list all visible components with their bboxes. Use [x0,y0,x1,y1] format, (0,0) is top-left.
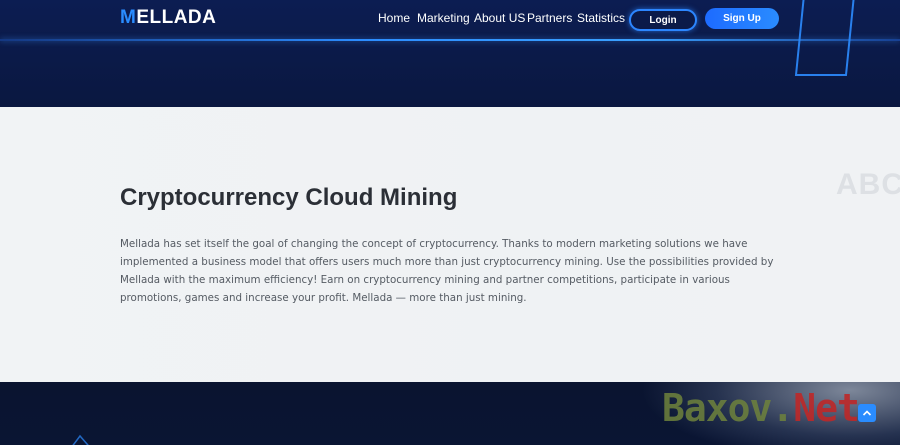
section-title: Cryptocurrency Cloud Mining [120,184,458,211]
scroll-top-button[interactable] [858,404,876,422]
hexagon-decoration-bottom [72,434,89,445]
section-description: Mellada has set itself the goal of chang… [120,238,774,304]
top-nav: Home Marketing About US Partners Statist… [0,0,900,40]
watermark-part1: Baxov. [662,386,794,430]
nav-home[interactable]: Home [378,11,410,25]
nav-statistics[interactable]: Statistics [577,11,625,25]
watermark-part2: Net [793,386,860,430]
nav-marketing[interactable]: Marketing [417,11,470,25]
background-word: ABC [836,168,900,201]
footer-band: Baxov.Net [0,382,900,445]
chevron-up-icon [862,410,872,416]
signup-button[interactable]: Sign Up [705,8,779,29]
login-button[interactable]: Login [629,9,697,31]
site-watermark: Baxov.Net [662,382,860,434]
about-section: ABC Cryptocurrency Cloud Mining Mellada … [0,107,900,382]
nav-about-us[interactable]: About US [474,11,525,25]
nav-partners[interactable]: Partners [527,11,572,25]
